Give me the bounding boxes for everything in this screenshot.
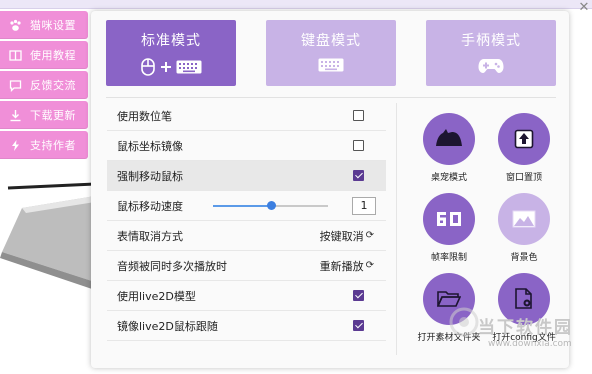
background-color-button[interactable]: 背景色 xyxy=(489,193,559,263)
toggle-value: 重新播放 xyxy=(319,259,364,273)
setting-row-force-move: 强制移动鼠标 xyxy=(107,161,386,191)
mode-gamepad-button[interactable]: 手柄模式 xyxy=(426,20,556,86)
side-item-label: 使用教程 xyxy=(30,49,76,62)
setting-row-mirror: 鼠标坐标镜像 xyxy=(107,131,386,161)
side-item-label: 猫咪设置 xyxy=(30,19,76,32)
setting-row-speed: 鼠标移动速度 1 xyxy=(107,191,386,221)
mode-label: 标准模式 xyxy=(141,33,201,49)
live2d-mirror-checkbox[interactable] xyxy=(353,320,364,331)
watermark-url: www.downxia.com xyxy=(488,339,572,349)
audio-repeat-toggle[interactable]: 重新播放 ⟳ xyxy=(320,258,374,274)
laptop-illustration xyxy=(0,182,95,290)
side-item-label: 反馈交流 xyxy=(30,79,76,92)
tool-label: 帧率限制 xyxy=(430,253,467,263)
mode-keyboard-button[interactable]: 键盘模式 xyxy=(266,20,396,86)
paw-icon xyxy=(8,18,22,32)
cycle-icon: ⟳ xyxy=(365,230,374,241)
download-icon xyxy=(8,108,22,122)
setting-row-pen: 使用数位笔 xyxy=(107,101,386,131)
slider-fill xyxy=(213,205,271,207)
book-icon xyxy=(8,48,22,62)
use-pen-checkbox[interactable] xyxy=(353,110,364,121)
frame-limit-button[interactable]: 帧率限制 xyxy=(414,193,484,263)
setting-label: 鼠标坐标镜像 xyxy=(117,139,183,153)
tool-label: 桌宠模式 xyxy=(430,173,467,183)
chat-icon xyxy=(8,78,22,92)
pin-top-icon xyxy=(498,113,550,165)
use-live2d-checkbox[interactable] xyxy=(353,290,364,301)
lightning-icon xyxy=(8,138,22,152)
settings-list: 使用数位笔 鼠标坐标镜像 强制移动鼠标 鼠标移动速度 1 表情取消方式 按键取消 xyxy=(107,101,386,341)
divider xyxy=(106,97,556,98)
setting-label: 表情取消方式 xyxy=(117,229,183,243)
setting-label: 镜像live2D鼠标跟随 xyxy=(117,319,218,333)
close-icon[interactable]: ✕ xyxy=(576,0,592,16)
force-move-checkbox[interactable] xyxy=(353,170,364,181)
slider-knob[interactable] xyxy=(266,201,276,210)
mode-label: 手柄模式 xyxy=(461,33,521,49)
setting-label: 鼠标移动速度 xyxy=(117,199,183,213)
mode-selector: 标准模式 键盘模式 手柄模式 xyxy=(106,20,556,86)
tool-label: 背景色 xyxy=(510,253,538,263)
mouse-speed-slider[interactable] xyxy=(213,201,328,210)
side-menu: 猫咪设置 使用教程 反馈交流 下载更新 支持作者 xyxy=(0,11,88,161)
mode-standard-button[interactable]: 标准模式 xyxy=(106,20,236,86)
fps-60-icon xyxy=(423,193,475,245)
divider xyxy=(396,103,397,355)
window-top-button[interactable]: 窗口置顶 xyxy=(489,113,559,183)
setting-row-emote-cancel: 表情取消方式 按键取消 ⟳ xyxy=(107,221,386,251)
mode-label: 键盘模式 xyxy=(301,33,361,49)
side-item-feedback[interactable]: 反馈交流 xyxy=(0,71,88,99)
setting-row-audio: 音频被同时多次播放时 重新播放 ⟳ xyxy=(107,251,386,281)
side-item-label: 下载更新 xyxy=(30,109,76,122)
side-item-label: 支持作者 xyxy=(30,139,76,152)
setting-label: 音频被同时多次播放时 xyxy=(117,259,227,273)
keyboard-icon xyxy=(266,58,396,72)
gamepad-icon xyxy=(426,58,556,74)
side-item-download[interactable]: 下载更新 xyxy=(0,101,88,129)
desktop-pet-mode-button[interactable]: 桌宠模式 xyxy=(414,113,484,183)
cycle-icon: ⟳ xyxy=(365,260,374,271)
image-icon xyxy=(498,193,550,245)
emote-cancel-toggle[interactable]: 按键取消 ⟳ xyxy=(320,228,374,244)
mountain-silhouette-icon xyxy=(423,113,475,165)
mouse-plus-keyboard-icon xyxy=(106,58,236,76)
setting-row-live2d: 使用live2D模型 xyxy=(107,281,386,311)
toggle-value: 按键取消 xyxy=(319,229,364,243)
watermark-brand: 当下软件园 xyxy=(478,318,573,338)
side-item-support[interactable]: 支持作者 xyxy=(0,131,88,159)
side-item-cat-settings[interactable]: 猫咪设置 xyxy=(0,11,88,39)
setting-row-live2d-mirror: 镜像live2D鼠标跟随 xyxy=(107,311,386,341)
mouse-speed-input[interactable]: 1 xyxy=(352,197,376,215)
side-item-tutorial[interactable]: 使用教程 xyxy=(0,41,88,69)
setting-label: 强制移动鼠标 xyxy=(117,169,183,183)
mouse-mirror-checkbox[interactable] xyxy=(353,140,364,151)
setting-label: 使用live2D模型 xyxy=(117,289,196,303)
title-strip xyxy=(0,0,592,9)
setting-label: 使用数位笔 xyxy=(117,109,172,123)
tool-label: 窗口置顶 xyxy=(505,173,542,183)
